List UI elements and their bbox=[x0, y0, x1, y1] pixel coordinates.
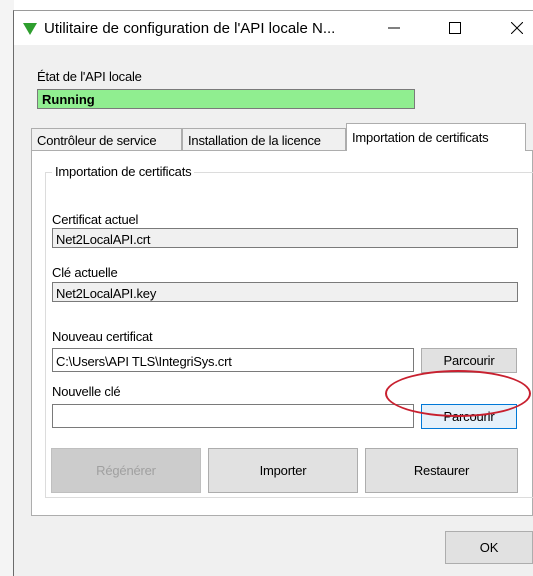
app-triangle-icon bbox=[23, 23, 37, 35]
current-key-label: Clé actuelle bbox=[52, 265, 118, 280]
current-cert-label: Certificat actuel bbox=[52, 212, 139, 227]
status-value: Running bbox=[37, 89, 415, 109]
highlight-annotation bbox=[385, 370, 531, 417]
maximize-button[interactable] bbox=[432, 11, 478, 45]
current-key-field: Net2LocalAPI.key bbox=[52, 282, 518, 302]
minimize-button[interactable] bbox=[371, 11, 417, 45]
browse-cert-button[interactable]: Parcourir bbox=[421, 348, 517, 373]
title-bar[interactable]: Utilitaire de configuration de l'API loc… bbox=[14, 11, 533, 45]
background-strip bbox=[0, 0, 14, 576]
import-button[interactable]: Importer bbox=[208, 448, 358, 493]
config-window: Utilitaire de configuration de l'API loc… bbox=[13, 10, 533, 576]
new-cert-label: Nouveau certificat bbox=[52, 329, 153, 344]
restore-button[interactable]: Restaurer bbox=[365, 448, 518, 493]
new-key-input[interactable] bbox=[52, 404, 414, 428]
regenerate-button[interactable]: Régénérer bbox=[51, 448, 201, 493]
close-button[interactable] bbox=[494, 11, 533, 45]
window-title: Utilitaire de configuration de l'API loc… bbox=[44, 20, 336, 37]
tab-cert-import[interactable]: Importation de certificats bbox=[346, 123, 526, 151]
ok-button[interactable]: OK bbox=[445, 531, 533, 564]
close-icon bbox=[511, 22, 523, 34]
cert-import-panel: Importation de certificats Certificat ac… bbox=[31, 150, 533, 516]
tab-license-install[interactable]: Installation de la licence bbox=[182, 128, 346, 150]
new-cert-input[interactable]: C:\Users\API TLS\IntegriSys.crt bbox=[52, 348, 414, 372]
current-cert-field: Net2LocalAPI.crt bbox=[52, 228, 518, 248]
tab-service-controller[interactable]: Contrôleur de service bbox=[31, 128, 182, 150]
maximize-icon bbox=[449, 22, 461, 34]
group-title: Importation de certificats bbox=[52, 164, 195, 179]
minimize-icon bbox=[388, 27, 400, 29]
status-label: État de l'API locale bbox=[37, 69, 142, 84]
new-key-label: Nouvelle clé bbox=[52, 384, 121, 399]
